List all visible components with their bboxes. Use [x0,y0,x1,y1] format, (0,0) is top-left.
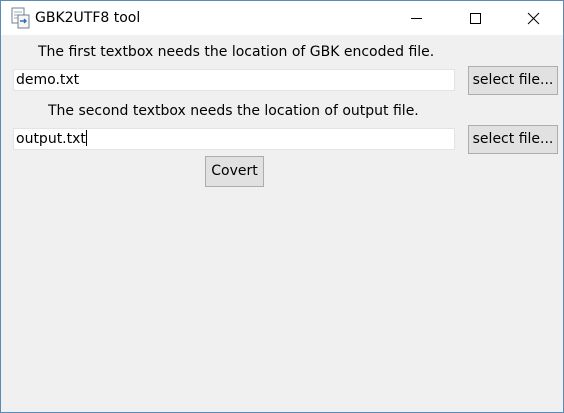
window-title: GBK2UTF8 tool [35,10,141,26]
select-input-file-button[interactable]: select file... [468,66,558,95]
notepad-convert-icon [10,7,30,29]
close-button[interactable] [504,1,562,35]
input-file-label: The first textbox needs the location of … [38,44,435,60]
output-file-label: The second textbox needs the location of… [48,103,419,119]
title-bar[interactable]: GBK2UTF8 tool [1,1,563,35]
input-file-field[interactable]: demo.txt [13,69,455,91]
convert-button[interactable]: Covert [205,156,264,187]
text-caret [85,130,87,146]
output-file-value: output.txt [16,131,86,147]
select-output-file-button[interactable]: select file... [468,125,558,154]
maximize-button[interactable] [445,1,503,35]
app-window: GBK2UTF8 tool The first textbox needs th… [0,0,564,413]
minimize-button[interactable] [387,1,445,35]
input-file-value: demo.txt [16,72,80,88]
output-file-field[interactable]: output.txt [13,128,455,150]
